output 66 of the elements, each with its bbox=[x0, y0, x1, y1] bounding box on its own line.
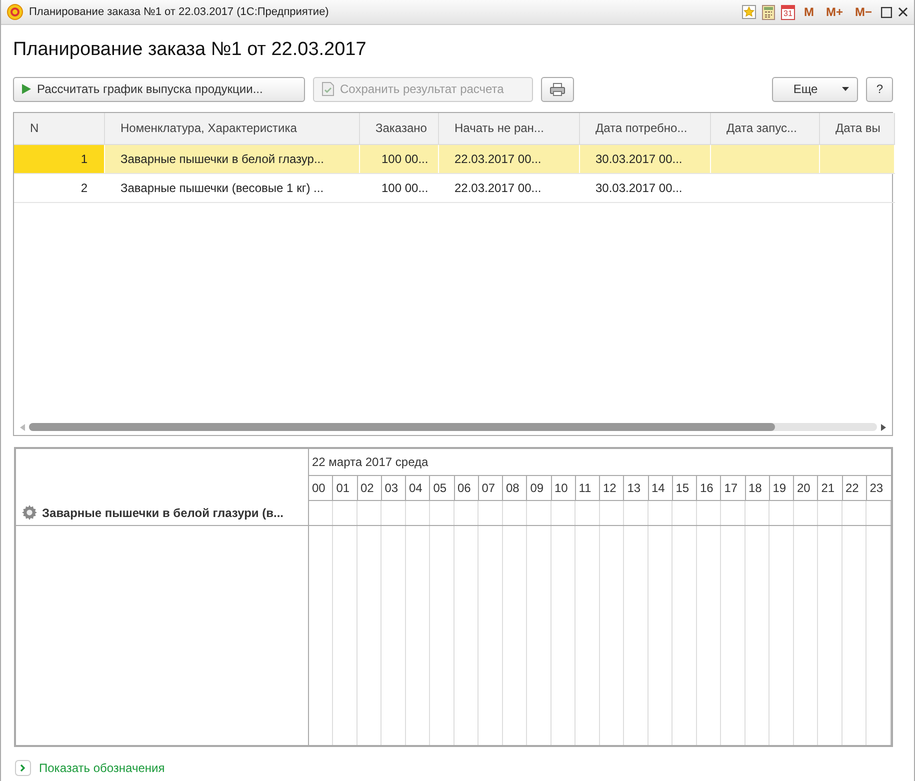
memory-button[interactable]: M− bbox=[852, 3, 875, 21]
column-header[interactable]: Номенклатура, Характеристика bbox=[104, 112, 359, 144]
star-icon[interactable] bbox=[742, 5, 756, 19]
hour-header: 22 bbox=[842, 476, 867, 500]
window-title: Планирование заказа №1 от 22.03.2017 (1С:Предприятие) bbox=[29, 4, 330, 20]
table-cell: Заварные пышечки в белой глазур... bbox=[104, 144, 359, 174]
hour-header: 11 bbox=[576, 476, 600, 500]
table-cell: 22.03.2017 00... bbox=[438, 174, 579, 202]
print-button[interactable] bbox=[541, 76, 574, 102]
calendar-icon[interactable]: 31 bbox=[780, 4, 795, 20]
calculate-button[interactable]: Рассчитать график выпуска продукции... bbox=[13, 76, 305, 102]
gantt-row-label[interactable]: Заварные пышечки в белой глазури (в... bbox=[42, 504, 284, 522]
hour-header: 16 bbox=[697, 476, 722, 500]
column-header[interactable]: Дата запус... bbox=[710, 112, 819, 144]
column-header[interactable]: N bbox=[14, 112, 104, 144]
scroll-right-icon[interactable] bbox=[881, 424, 886, 430]
column-header[interactable]: Дата потребно... bbox=[579, 112, 710, 144]
maximize-icon[interactable] bbox=[881, 6, 892, 18]
close-icon[interactable] bbox=[898, 7, 908, 17]
play-icon bbox=[22, 84, 31, 94]
hour-header: 19 bbox=[770, 476, 794, 500]
memory-button[interactable]: M bbox=[800, 3, 817, 21]
column-header[interactable]: Дата вы bbox=[819, 112, 894, 144]
hour-header: 13 bbox=[624, 476, 648, 500]
table-cell: 100 00... bbox=[359, 174, 438, 202]
hour-header: 17 bbox=[721, 476, 746, 500]
gear-icon bbox=[22, 505, 37, 520]
table-cell: Заварные пышечки (весовые 1 кг) ... bbox=[104, 174, 359, 202]
hour-header: 09 bbox=[527, 476, 552, 500]
hour-header: 15 bbox=[672, 476, 697, 500]
document-icon bbox=[322, 82, 334, 96]
hour-header: 23 bbox=[868, 480, 884, 496]
hour-header: 00 bbox=[309, 476, 334, 500]
table-cell: 2 bbox=[14, 174, 104, 202]
form-title: Планирование заказа №1 от 22.03.2017 bbox=[13, 38, 368, 62]
hour-header: 03 bbox=[382, 476, 406, 500]
table-cell: 30.03.2017 00... bbox=[579, 174, 710, 202]
caret-icon bbox=[842, 87, 850, 91]
column-header[interactable]: Начать не ран... bbox=[438, 112, 579, 144]
hour-header: 08 bbox=[503, 476, 528, 500]
help-button[interactable]: ? bbox=[866, 76, 893, 102]
hour-header: 02 bbox=[358, 476, 382, 500]
hour-header: 05 bbox=[430, 476, 454, 500]
hour-header: 10 bbox=[552, 476, 576, 500]
more-button[interactable]: Еще bbox=[772, 76, 858, 102]
hour-header: 01 bbox=[333, 476, 358, 500]
calculator-icon[interactable] bbox=[762, 4, 775, 20]
hour-header: 14 bbox=[648, 476, 673, 500]
column-header[interactable]: Заказано bbox=[359, 112, 438, 144]
hour-header: 12 bbox=[600, 476, 624, 500]
show-legend-link[interactable]: Показать обозначения bbox=[39, 758, 165, 776]
hour-header: 20 bbox=[794, 476, 818, 500]
table-cell: 100 00... bbox=[359, 144, 438, 174]
hour-header: 07 bbox=[478, 476, 503, 500]
date-header: 22 марта 2017 среда bbox=[311, 454, 430, 470]
expand-icon[interactable] bbox=[15, 760, 31, 776]
table-cell: 22.03.2017 00... bbox=[438, 144, 579, 174]
table-cell: 30.03.2017 00... bbox=[579, 144, 710, 174]
hour-header: 06 bbox=[454, 476, 479, 500]
memory-button[interactable]: M+ bbox=[822, 3, 846, 21]
hour-header: 18 bbox=[746, 476, 770, 500]
app-logo-icon bbox=[7, 4, 23, 20]
printer-icon bbox=[550, 82, 565, 96]
hour-header: 04 bbox=[406, 476, 430, 500]
hour-header: 21 bbox=[818, 476, 842, 500]
table-cell: 1 bbox=[14, 144, 104, 174]
